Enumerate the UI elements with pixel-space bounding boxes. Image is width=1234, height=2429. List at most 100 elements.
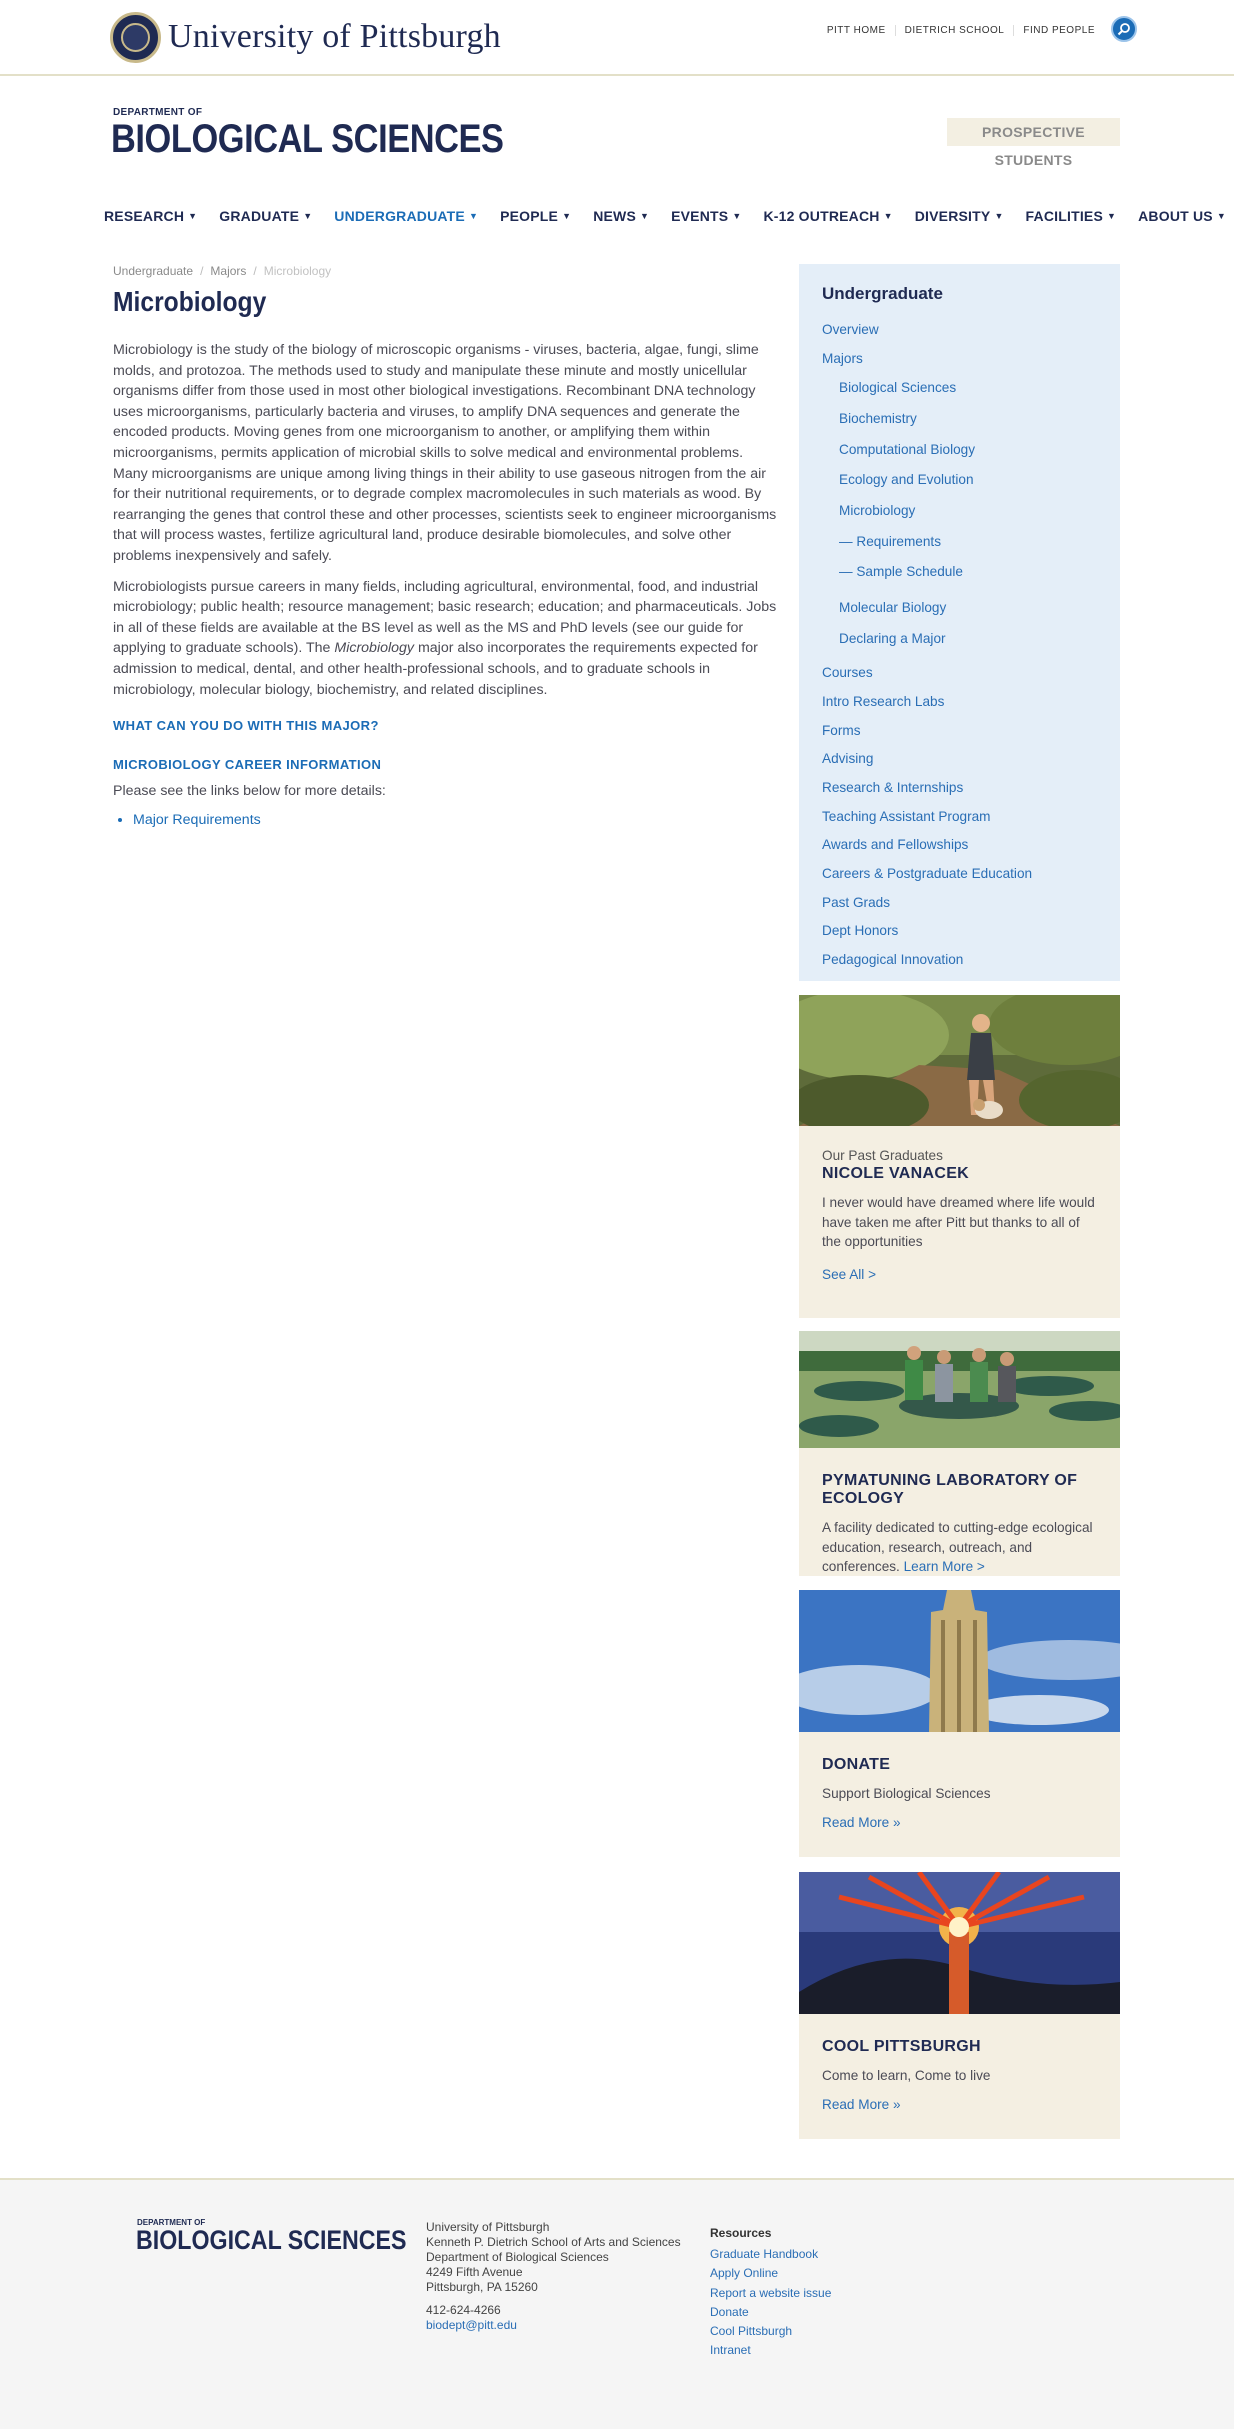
card-title: DONATE: [822, 1756, 891, 1773]
donate-read-more-link[interactable]: Read More »: [822, 1815, 901, 1830]
card-body: Our Past Graduates NICOLE VANACEK I neve…: [799, 1126, 1120, 1306]
sidebar-item-ecology-evolution[interactable]: Ecology and Evolution: [822, 465, 1097, 496]
cool-read-more-link[interactable]: Read More »: [822, 2097, 901, 2112]
card-title: NICOLE VANACEK: [822, 1165, 970, 1182]
resource-intranet[interactable]: Intranet: [710, 2341, 831, 2360]
sidebar-item-teaching-assistant[interactable]: Teaching Assistant Program: [822, 803, 1097, 832]
sidebar-item-biochemistry[interactable]: Biochemistry: [822, 404, 1097, 435]
sidebar-item-advising[interactable]: Advising: [822, 745, 1097, 774]
nav-about-us[interactable]: ABOUT US ▼: [1138, 208, 1226, 224]
nav-graduate[interactable]: GRADUATE ▼: [219, 208, 312, 224]
chevron-down-icon: ▼: [1216, 211, 1226, 221]
major-requirements-link[interactable]: Major Requirements: [133, 812, 261, 828]
sidebar-item-careers-postgrad[interactable]: Careers & Postgraduate Education: [822, 860, 1097, 889]
utility-link-pitt-home[interactable]: PITT HOME: [818, 25, 896, 36]
search-icon: [1117, 23, 1130, 36]
resource-graduate-handbook[interactable]: Graduate Handbook: [710, 2245, 831, 2264]
sidebar-nav: Undergraduate Overview Majors Biological…: [799, 264, 1120, 981]
main-content: Microbiology is the study of the biology…: [113, 340, 778, 830]
utility-link-find-people[interactable]: FIND PEOPLE: [1014, 25, 1104, 36]
card-description: A facility dedicated to cutting-edge eco…: [822, 1518, 1097, 1577]
chevron-down-icon: ▼: [1107, 211, 1117, 221]
card-title: COOL PITTSBURGH: [822, 2038, 981, 2055]
what-can-you-do-heading[interactable]: WHAT CAN YOU DO WITH THIS MAJOR?: [113, 716, 778, 737]
sidebar-item-awards-fellowships[interactable]: Awards and Fellowships: [822, 831, 1097, 860]
sidebar-item-forms[interactable]: Forms: [822, 717, 1097, 746]
footer: DEPARTMENT OF BIOLOGICAL SCIENCES Univer…: [0, 2178, 1234, 2429]
nav-label: GRADUATE: [219, 208, 300, 224]
sidebar-item-dept-honors[interactable]: Dept Honors: [822, 917, 1097, 946]
nav-facilities[interactable]: FACILITIES ▼: [1026, 208, 1117, 224]
nav-undergraduate[interactable]: UNDERGRADUATE ▼: [334, 208, 478, 224]
sidebar-item-sample-schedule[interactable]: — Sample Schedule: [822, 557, 1097, 588]
chevron-down-icon: ▼: [562, 211, 572, 221]
resource-report-issue[interactable]: Report a website issue: [710, 2284, 831, 2303]
footer-dept-logo[interactable]: BIOLOGICAL SCIENCES: [136, 2225, 407, 2256]
sidebar-item-requirements[interactable]: — Requirements: [822, 527, 1097, 558]
nav-diversity[interactable]: DIVERSITY ▼: [915, 208, 1004, 224]
nav-label: FACILITIES: [1025, 208, 1103, 224]
career-information-heading[interactable]: MICROBIOLOGY CAREER INFORMATION: [113, 755, 778, 776]
learn-more-link[interactable]: Learn More >: [904, 1559, 985, 1574]
sidebar-item-research-internships[interactable]: Research & Internships: [822, 774, 1097, 803]
details-links: Major Requirements: [133, 810, 778, 831]
sidebar-item-courses[interactable]: Courses: [822, 659, 1097, 688]
top-bar: University of Pittsburgh PITT HOME DIETR…: [0, 0, 1234, 76]
resource-cool-pittsburgh[interactable]: Cool Pittsburgh: [710, 2322, 831, 2341]
nav-people[interactable]: PEOPLE ▼: [500, 208, 571, 224]
nav-research[interactable]: RESEARCH ▼: [104, 208, 197, 224]
carousel-photo[interactable]: [799, 1872, 1120, 2014]
graduate-photo[interactable]: [799, 995, 1120, 1126]
sidebar-item-computational-biology[interactable]: Computational Biology: [822, 435, 1097, 466]
careers-italic: Microbiology: [334, 640, 415, 657]
utility-link-dietrich-school[interactable]: DIETRICH SCHOOL: [896, 25, 1015, 36]
search-button[interactable]: [1111, 16, 1137, 42]
card-text: Support Biological Sciences: [822, 1786, 991, 1801]
breadcrumb-separator: /: [200, 264, 204, 278]
pymatuning-photo[interactable]: [799, 1331, 1120, 1448]
dept-name-logo[interactable]: BIOLOGICAL SCIENCES: [111, 117, 504, 162]
resource-apply-online[interactable]: Apply Online: [710, 2264, 831, 2283]
breadcrumb-current: Microbiology: [263, 264, 332, 278]
university-name[interactable]: University of Pittsburgh: [168, 18, 501, 56]
sidebar-title: Undergraduate: [822, 284, 943, 303]
sidebar-item-microbiology[interactable]: Microbiology: [822, 496, 1097, 527]
breadcrumb-majors[interactable]: Majors: [210, 264, 246, 278]
nav-label: EVENTS: [671, 208, 729, 224]
breadcrumb-undergraduate[interactable]: Undergraduate: [113, 264, 193, 278]
nav-news[interactable]: NEWS ▼: [593, 208, 649, 224]
cool-pittsburgh-card: COOL PITTSBURGH Come to learn, Come to l…: [799, 1872, 1120, 2139]
chevron-down-icon: ▼: [994, 211, 1004, 221]
prospective-students-button[interactable]: PROSPECTIVE STUDENTS: [947, 118, 1120, 168]
pymatuning-card: PYMATUNING LABORATORY OF ECOLOGY A facil…: [799, 1331, 1120, 1576]
card-kicker: Our Past Graduates: [822, 1148, 943, 1163]
university-seal-icon[interactable]: [110, 12, 161, 63]
chevron-down-icon: ▼: [883, 211, 893, 221]
sidebar-item-pedagogical-innovation[interactable]: Pedagogical Innovation: [822, 946, 1097, 975]
sidebar-item-majors[interactable]: Majors: [822, 345, 1097, 374]
chevron-down-icon: ▼: [640, 211, 650, 221]
sidebar-item-intro-research-labs[interactable]: Intro Research Labs: [822, 688, 1097, 717]
footer-email-link[interactable]: biodept@pitt.edu: [426, 2318, 517, 2332]
see-all-link[interactable]: See All >: [822, 1267, 876, 1282]
careers-paragraph: Microbiologists pursue careers in many f…: [113, 577, 778, 701]
chevron-down-icon: ▼: [188, 211, 198, 221]
resource-donate[interactable]: Donate: [710, 2303, 831, 2322]
address-line: 4249 Fifth Avenue: [426, 2265, 523, 2279]
sidebar-item-declaring-major[interactable]: Declaring a Major: [822, 624, 1097, 655]
sidebar-item-overview[interactable]: Overview: [822, 316, 1097, 345]
sidebar-item-past-grads[interactable]: Past Grads: [822, 889, 1097, 918]
intro-paragraph: Microbiology is the study of the biology…: [113, 342, 777, 564]
card-body: DONATE Support Biological Sciences Read …: [799, 1732, 1120, 1854]
card-text: Come to learn, Come to live: [822, 2068, 991, 2083]
footer-resources: Resources Graduate Handbook Apply Online…: [710, 2224, 831, 2360]
sidebar-item-molecular-biology[interactable]: Molecular Biology: [822, 593, 1097, 624]
sidebar-item-biological-sciences[interactable]: Biological Sciences: [822, 373, 1097, 404]
cathedral-photo-image: [799, 1590, 1120, 1732]
card-title: PYMATUNING LABORATORY OF ECOLOGY: [822, 1472, 1078, 1507]
cathedral-photo[interactable]: [799, 1590, 1120, 1732]
nav-k12-outreach[interactable]: K-12 OUTREACH ▼: [763, 208, 892, 224]
nav-events[interactable]: EVENTS ▼: [671, 208, 741, 224]
address-line: University of Pittsburgh: [426, 2220, 550, 2234]
links-intro: Please see the links below for more deta…: [113, 783, 386, 800]
